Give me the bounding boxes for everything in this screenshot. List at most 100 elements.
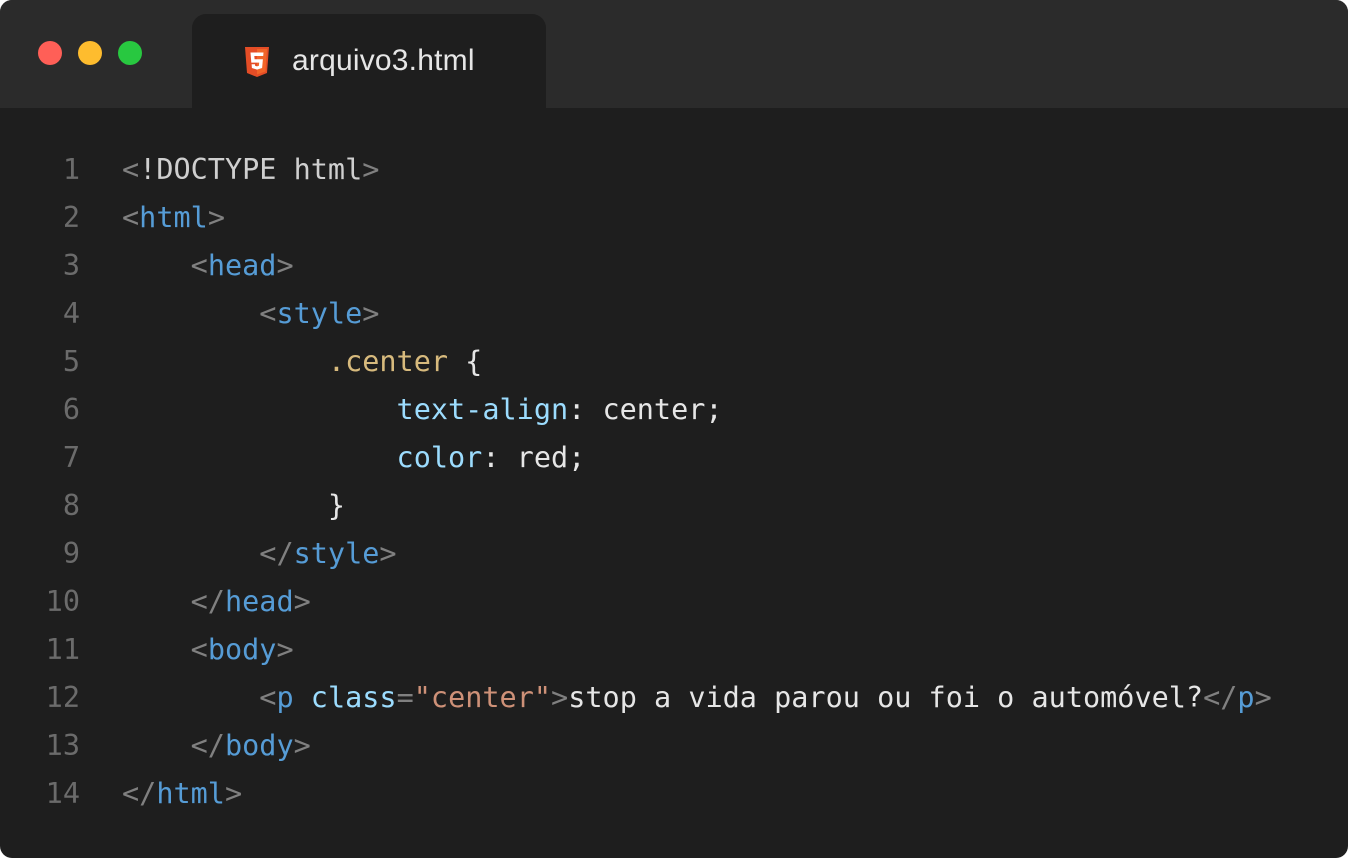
- line-source: <body>: [122, 626, 294, 674]
- code-token: }: [327, 489, 346, 522]
- line-number: 5: [62, 345, 80, 378]
- code-token: head: [207, 249, 277, 282]
- code-line: 9 </style>: [0, 530, 1348, 578]
- code-line: 4 <style>: [0, 290, 1348, 338]
- code-token: <: [122, 201, 140, 234]
- line-source: <html>: [122, 194, 225, 242]
- line-number: 7: [62, 441, 80, 474]
- line-source: </style>: [122, 530, 397, 578]
- code-line: 8 }: [0, 482, 1348, 530]
- minimize-button[interactable]: [78, 41, 102, 65]
- line-source: </html>: [122, 770, 242, 818]
- code-token: >: [293, 729, 311, 762]
- line-source: text-align: center;: [122, 386, 723, 434]
- code-token: >: [551, 681, 569, 714]
- line-number: 4: [62, 297, 80, 330]
- code-editor[interactable]: 1 <!DOCTYPE html> 2 <html> 3 <head> 4 <style>…: [0, 146, 1348, 818]
- code-token: style: [276, 297, 363, 330]
- code-token: >: [276, 249, 294, 282]
- code-token: "center": [413, 681, 552, 714]
- code-token: >: [293, 585, 311, 618]
- line-number: 2: [62, 201, 80, 234]
- code-token: stop a vida parou ou foi o automóvel?: [568, 681, 1204, 714]
- code-token: >: [207, 201, 225, 234]
- code-token: >: [379, 537, 397, 570]
- code-token: body: [224, 729, 294, 762]
- code-token: {: [448, 345, 483, 378]
- code-token: head: [224, 585, 294, 618]
- line-number: 6: [62, 393, 80, 426]
- code-token: >: [362, 297, 380, 330]
- maximize-button[interactable]: [118, 41, 142, 65]
- code-token: p: [1237, 681, 1255, 714]
- line-number: 11: [45, 633, 80, 666]
- code-token: </: [190, 729, 225, 762]
- line-number: 1: [62, 153, 80, 186]
- code-token: >: [1254, 681, 1272, 714]
- line-source: </head>: [122, 578, 311, 626]
- line-source: color: red;: [122, 434, 586, 482]
- code-token: <: [259, 297, 277, 330]
- code-token: =: [396, 681, 414, 714]
- code-token: <: [190, 249, 208, 282]
- code-line: 14 </html>: [0, 770, 1348, 818]
- title-bar: arquivo3.html: [0, 0, 1348, 108]
- code-window: arquivo3.html 1 <!DOCTYPE html> 2 <html> 3 <…: [0, 0, 1348, 858]
- code-token: </: [190, 585, 225, 618]
- tab-filename: arquivo3.html: [292, 44, 475, 77]
- code-line: 3 <head>: [0, 242, 1348, 290]
- code-line: 5 .center {: [0, 338, 1348, 386]
- code-line: 1 <!DOCTYPE html>: [0, 146, 1348, 194]
- code-token: >: [224, 777, 243, 810]
- code-token: : center;: [568, 393, 723, 426]
- line-number: 3: [62, 249, 80, 282]
- line-source: .center {: [122, 338, 482, 386]
- code-line: 11 <body>: [0, 626, 1348, 674]
- code-token: !DOCTYPE html: [139, 153, 363, 186]
- code-line: 13 </body>: [0, 722, 1348, 770]
- file-tab[interactable]: arquivo3.html: [192, 14, 546, 108]
- code-token: text-align: [396, 393, 569, 426]
- code-token: html: [139, 201, 208, 234]
- line-number: 14: [45, 777, 80, 810]
- code-token: >: [362, 153, 380, 186]
- line-number: 9: [62, 537, 80, 570]
- code-token: <: [259, 681, 277, 714]
- window-controls: [38, 41, 142, 65]
- html5-icon: [245, 47, 269, 77]
- code-line: 6 text-align: center;: [0, 386, 1348, 434]
- code-token: class: [310, 681, 397, 714]
- code-token: color: [396, 441, 483, 474]
- line-source: }: [122, 482, 345, 530]
- code-line: 2 <html>: [0, 194, 1348, 242]
- line-number: 8: [62, 489, 80, 522]
- code-line: 7 color: red;: [0, 434, 1348, 482]
- code-token: p: [276, 681, 294, 714]
- line-number: 12: [45, 681, 80, 714]
- code-token: </: [259, 537, 294, 570]
- line-source: <p class="center">stop a vida parou ou f…: [122, 674, 1272, 722]
- line-source: </body>: [122, 722, 311, 770]
- code-token: .center: [327, 345, 449, 378]
- line-source: <head>: [122, 242, 294, 290]
- line-source: <style>: [122, 290, 379, 338]
- code-token: >: [276, 633, 294, 666]
- close-button[interactable]: [38, 41, 62, 65]
- line-number: 13: [45, 729, 80, 762]
- line-source: <!DOCTYPE html>: [122, 146, 379, 194]
- code-token: <: [122, 153, 140, 186]
- code-token: </: [122, 777, 157, 810]
- code-token: style: [293, 537, 380, 570]
- code-token: body: [207, 633, 277, 666]
